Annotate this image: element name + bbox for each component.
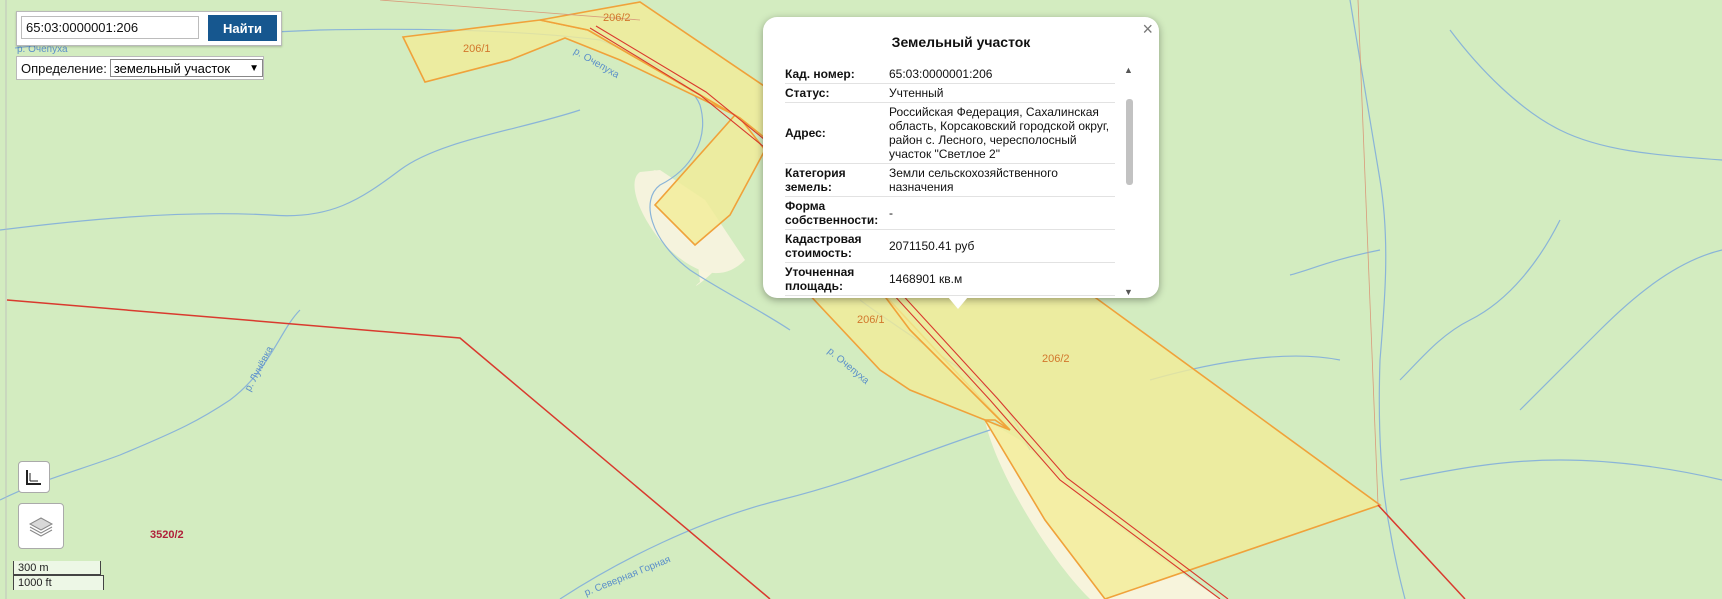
info-key: Форма собственности: <box>785 196 889 230</box>
info-value: 65:03:0000001:206 <box>889 65 1115 84</box>
table-row: Кад. номер: 65:03:0000001:206 <box>785 65 1115 84</box>
info-key: Статус: <box>785 83 889 103</box>
definition-selected-value: земельный участок <box>113 60 231 76</box>
search-button[interactable]: Найти <box>208 15 277 41</box>
popup-title: Земельный участок <box>891 34 1031 50</box>
quarter-label: 3520/2 <box>150 529 184 541</box>
definition-label: Определение: <box>21 60 107 76</box>
scroll-up-icon[interactable]: ▲ <box>1124 65 1133 75</box>
parcel-label: 206/2 <box>603 12 631 24</box>
info-value: - <box>889 196 1115 230</box>
info-key: Уточненная площадь: <box>785 262 889 296</box>
measure-button[interactable] <box>18 461 50 493</box>
popup-pointer <box>948 297 968 309</box>
scale-bar: 300 m 1000 ft <box>13 561 104 590</box>
parcel-info-popup: × Земельный участок Кад. номер: 65:03:000… <box>763 17 1159 298</box>
info-key: Кад. номер: <box>785 65 889 84</box>
parcel-label: 206/1 <box>463 43 491 55</box>
table-row: Уточненная площадь: 1468901 кв.м <box>785 262 1115 296</box>
definition-panel: Определение: земельный участок ▼ <box>16 56 264 80</box>
chevron-down-icon: ▼ <box>249 62 259 74</box>
table-row: Кадастровая стоимость: 2071150.41 руб <box>785 229 1115 263</box>
info-value: Земли сельскохозяйственного назначения <box>889 163 1115 197</box>
scale-imperial: 1000 ft <box>13 575 104 590</box>
table-row: Категория земель: Земли сельскохозяйствен… <box>785 163 1115 197</box>
info-value: 1468901 кв.м <box>889 262 1115 296</box>
search-panel: Найти <box>16 11 282 46</box>
scroll-down-icon[interactable]: ▼ <box>1124 287 1133 297</box>
table-row: Адрес: Российская Федерация, Сахалинская … <box>785 102 1115 164</box>
info-key: Кадастровая стоимость: <box>785 229 889 263</box>
parcel-label: 206/1 <box>857 314 885 326</box>
cadastral-search-input[interactable] <box>21 16 199 39</box>
ruler-icon <box>26 470 41 485</box>
popup-scrollbar[interactable]: ▲ ▼ <box>1123 65 1135 297</box>
parcel-info-table: Кад. номер: 65:03:0000001:206 Статус: Учте… <box>785 65 1115 296</box>
info-value: Российская Федерация, Сахалинская област… <box>889 102 1115 164</box>
layers-button[interactable] <box>18 503 64 549</box>
table-row: Форма собственности: - <box>785 196 1115 230</box>
popup-body[interactable]: Кад. номер: 65:03:0000001:206 Статус: Учте… <box>785 65 1115 301</box>
definition-select[interactable]: земельный участок ▼ <box>109 59 263 77</box>
scrollbar-thumb[interactable] <box>1126 99 1133 185</box>
info-value: Учтенный <box>889 83 1115 103</box>
info-key: Адрес: <box>785 102 889 164</box>
scale-metric: 300 m <box>13 561 101 575</box>
info-value: 2071150.41 руб <box>889 229 1115 263</box>
parcel-label: 206/2 <box>1042 353 1070 365</box>
info-key: Категория земель: <box>785 163 889 197</box>
layers-icon <box>28 517 54 537</box>
table-row: Статус: Учтенный <box>785 83 1115 103</box>
